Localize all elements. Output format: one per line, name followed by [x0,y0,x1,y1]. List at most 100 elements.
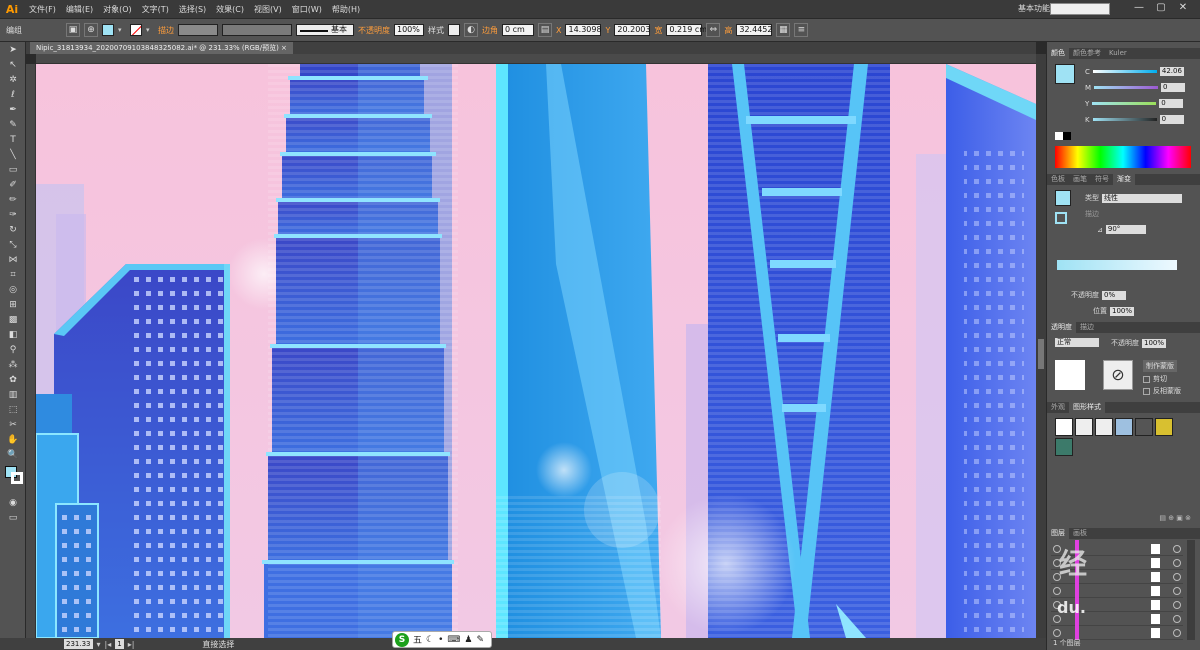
gradient-opacity-row[interactable]: 不透明度 0% [1071,290,1126,300]
none-white-black-swatches[interactable] [1055,132,1071,140]
magic-wand-icon[interactable]: ✲ [2,73,24,87]
hand-tool-icon[interactable]: ✋ [2,433,24,447]
rectangle-tool-icon[interactable]: ▭ [2,163,24,177]
opacity-field[interactable]: 100% [394,24,424,36]
selection-tool-icon[interactable]: ➤ [2,43,24,57]
color-fill-swatch[interactable] [1055,64,1075,84]
scrollbar-thumb[interactable] [1038,339,1044,369]
first-artboard-icon[interactable]: |◂ [105,640,112,649]
invert-mask-checkbox[interactable]: 反相蒙版 [1143,386,1181,396]
graphic-style-swatches[interactable] [1055,418,1173,436]
ime-mode-label[interactable]: 五 [413,633,422,646]
stroke-swatch[interactable] [130,24,142,36]
width-tool-icon[interactable]: ⋈ [2,253,24,267]
pen-tool-icon[interactable]: ✒ [2,103,24,117]
gradient-type-row[interactable]: 类型 线性 [1085,193,1182,203]
y-field[interactable]: 20.2003 [614,24,650,36]
stroke-label[interactable]: 描边 [158,25,174,36]
isolate-group-icon[interactable]: ▣ [66,23,80,37]
style-swatch[interactable] [448,24,460,36]
tab-stroke[interactable]: 描边 [1076,322,1098,333]
slice-tool-icon[interactable]: ✂ [2,418,24,432]
tab-artboards[interactable]: 画板 [1069,528,1091,539]
blend-mode-row[interactable]: 正常 [1055,338,1099,347]
blob-brush-icon[interactable]: ✑ [2,208,24,222]
tab-gradient[interactable]: 渐变 [1113,174,1135,185]
fill-stroke-widget[interactable] [2,466,23,492]
artboard-field[interactable]: 1 [115,639,124,649]
shape-builder-icon[interactable]: ◎ [2,283,24,297]
wrench-icon[interactable]: ✎ [476,635,484,645]
mesh-tool-icon[interactable]: ▩ [2,313,24,327]
paintbrush-icon[interactable]: ✐ [2,178,24,192]
vertical-scrollbar[interactable] [1036,54,1046,638]
line-tool-icon[interactable]: ╲ [2,148,24,162]
recolor-icon[interactable]: ◐ [464,23,478,37]
menu-object[interactable]: 对象(O) [98,4,137,15]
color-spectrum[interactable] [1055,146,1191,168]
punctuation-icon[interactable]: • [438,635,443,645]
menu-type[interactable]: 文字(T) [137,4,174,15]
link-icon[interactable]: ⇔ [706,23,721,37]
target-icon[interactable]: ⊕ [84,23,98,37]
rotate-tool-icon[interactable]: ↻ [2,223,24,237]
gradient-stroke-swatch[interactable] [1055,212,1067,224]
x-field[interactable]: 14.3098 [565,24,602,36]
menu-effect[interactable]: 效果(C) [211,4,249,15]
menu-file[interactable]: 文件(F) [24,4,61,15]
gradient-slider[interactable] [1057,260,1177,270]
stroke-weight-field[interactable] [178,24,218,36]
transform-icon[interactable]: ▦ [776,23,791,37]
zoom-tool-icon[interactable]: 🔍 [2,448,24,462]
stroke-style-field[interactable]: 基本 [296,24,354,36]
tab-brushes[interactable]: 画笔 [1069,174,1091,185]
layers-scrollbar[interactable] [1187,540,1195,640]
align-icon[interactable]: ▤ [538,23,552,37]
opacity-label[interactable]: 不透明度 [358,25,390,36]
keyboard-icon[interactable]: ⌨ [447,635,460,645]
workspace-switcher[interactable]: 基本功能 [1018,3,1050,14]
stroke-color-icon[interactable] [11,472,23,484]
graphic-styles-footer-icons[interactable]: ▤ ⊕ ▣ ⊗ [1055,514,1191,526]
corner-field[interactable]: 0 cm [502,24,534,36]
zoom-field[interactable]: 231.33 [64,639,93,649]
skin-icon[interactable]: ♟ [464,635,472,645]
panel-menu-icon[interactable]: ≡ [794,23,809,37]
curvature-icon[interactable]: ✎ [2,118,24,132]
pencil-icon[interactable]: ✏ [2,193,24,207]
minimize-button[interactable]: — [1132,2,1146,16]
layer-row[interactable] [1051,584,1183,598]
menu-view[interactable]: 视图(V) [249,4,287,15]
menu-select[interactable]: 选择(S) [174,4,211,15]
horizontal-ruler[interactable] [36,54,1036,64]
menu-window[interactable]: 窗口(W) [287,4,327,15]
color-channel-m[interactable]: M0 [1085,83,1186,92]
color-channel-k[interactable]: K0 [1085,115,1184,124]
tab-symbols[interactable]: 符号 [1091,174,1113,185]
direct-selection-tool-icon[interactable]: ↖ [2,58,24,72]
transparency-opacity-row[interactable]: 不透明度 100% [1111,338,1166,348]
close-window-button[interactable]: ✕ [1176,2,1190,16]
gradient-tool-icon[interactable]: ◧ [2,328,24,342]
tab-color[interactable]: 颜色 [1047,48,1069,59]
graph-tool-icon[interactable]: ▥ [2,388,24,402]
symbol-sprayer-icon[interactable]: ✿ [2,373,24,387]
close-tab-icon[interactable]: × [281,44,287,52]
document-tab[interactable]: Nipic_31813934_20200709103848325082.ai* … [30,42,293,54]
free-transform-icon[interactable]: ⌗ [2,268,24,282]
search-input[interactable] [1050,3,1110,15]
tab-color-guide[interactable]: 颜色参考 [1069,48,1105,59]
artboard-tool-icon[interactable]: ⬚ [2,403,24,417]
chevron-down-icon[interactable]: ▾ [97,640,101,649]
vertical-ruler[interactable] [26,64,36,638]
clip-checkbox[interactable]: 剪切 [1143,374,1167,384]
color-channel-c[interactable]: C 42.06 [1085,67,1184,76]
type-tool-icon[interactable]: T [2,133,24,147]
make-mask-button[interactable]: 制作蒙版 [1143,360,1177,372]
perspective-grid-icon[interactable]: ⊞ [2,298,24,312]
maximize-button[interactable]: ▢ [1154,2,1168,16]
scale-tool-icon[interactable]: ⤡ [2,238,24,252]
tab-layers[interactable]: 图层 [1047,528,1069,539]
menu-help[interactable]: 帮助(H) [327,4,365,15]
lasso-icon[interactable]: ℓ [2,88,24,102]
